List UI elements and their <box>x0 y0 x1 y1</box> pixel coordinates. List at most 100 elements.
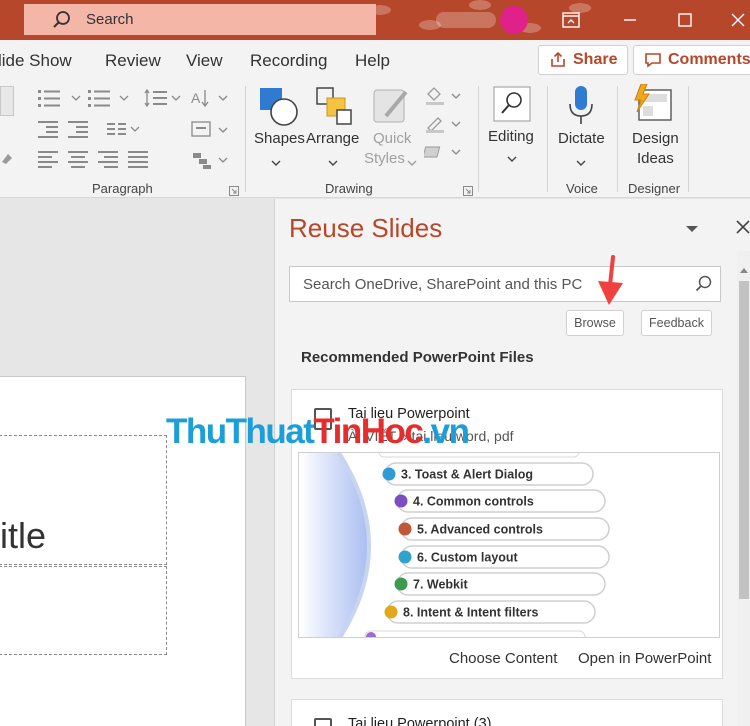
pane-title: Reuse Slides <box>289 213 443 243</box>
file-card[interactable]: Tai lieu Powerpoint (3) <box>291 699 723 726</box>
scroll-up-icon[interactable] <box>739 261 749 279</box>
pane-close-icon[interactable] <box>735 219 750 240</box>
font-size-dropdown-partial[interactable] <box>0 86 14 116</box>
thumbnail-item-bullet <box>394 577 408 591</box>
open-in-powerpoint-link[interactable]: Open in PowerPoint <box>578 650 711 667</box>
decrease-indent-icon[interactable] <box>38 120 60 143</box>
arrange-dropdown-icon[interactable] <box>327 154 339 172</box>
dictate-dropdown-icon[interactable] <box>575 154 587 172</box>
thumbnail-list-item: 6. Custom layout <box>398 545 610 569</box>
thumbnail-item-bullet <box>394 494 408 508</box>
title-bar: Search <box>0 0 750 40</box>
menu-bar: lide Show Review View Recording Help Sha… <box>0 40 750 80</box>
paragraph-launcher-icon[interactable] <box>229 183 239 196</box>
share-label: Share <box>573 51 618 68</box>
thumbnail-graphic: 3. Toast & Alert Dialog 4. Common control… <box>299 453 610 637</box>
thumbnail-item-label: 5. Advanced controls <box>417 523 543 537</box>
group-label-drawing: Drawing <box>325 181 373 196</box>
find-icon[interactable] <box>493 86 531 127</box>
separator <box>547 86 548 192</box>
thumbnail-list-item: 5. Advanced controls <box>398 517 610 541</box>
search-box[interactable]: Search <box>24 4 376 35</box>
pane-options-icon[interactable] <box>685 221 699 239</box>
tab-help[interactable]: Help <box>355 51 390 71</box>
group-label-designer: Designer <box>628 181 681 196</box>
reuse-search-input[interactable]: Search OneDrive, SharePoint and this PC <box>289 266 721 302</box>
design-ideas-icon[interactable] <box>633 83 675 131</box>
arrange-label: Arrange <box>306 130 360 147</box>
quick-styles-dropdown-icon[interactable] <box>406 154 418 172</box>
feedback-button[interactable]: Feedback <box>641 310 712 336</box>
text-direction-icon[interactable]: A <box>191 88 235 113</box>
close-icon[interactable] <box>726 8 750 32</box>
dictate-label: Dictate <box>558 130 605 147</box>
thumbnail-item-label: 4. Common controls <box>413 495 534 509</box>
thumbnail-item-label: 7. Webkit <box>413 578 468 592</box>
arrange-icon[interactable] <box>315 86 355 133</box>
choose-content-link[interactable]: Choose Content <box>449 650 557 667</box>
slide-thumbnail[interactable]: 3. Toast & Alert Dialog 4. Common control… <box>298 452 720 638</box>
reuse-search-placeholder: Search OneDrive, SharePoint and this PC <box>303 275 583 293</box>
thumbnail-item-bullet <box>398 522 412 536</box>
microphone-icon[interactable] <box>567 84 595 131</box>
tab-review[interactable]: Review <box>105 51 161 71</box>
quick-styles-label-2: Styles <box>364 150 405 167</box>
minimize-icon[interactable] <box>618 8 642 32</box>
align-right-icon[interactable] <box>98 150 120 173</box>
editing-dropdown-icon[interactable] <box>506 150 518 168</box>
justify-icon[interactable] <box>128 150 150 173</box>
align-center-icon[interactable] <box>68 150 90 173</box>
subtitle-placeholder[interactable] <box>0 566 167 655</box>
share-button[interactable]: Share <box>538 45 629 75</box>
thumbnail-item-label: 3. Toast & Alert Dialog <box>401 468 533 482</box>
annotation-arrow-icon <box>595 255 625 312</box>
avatar[interactable] <box>500 6 528 34</box>
shape-fill-icon[interactable] <box>424 86 464 111</box>
reuse-search-icon[interactable] <box>695 275 713 298</box>
separator <box>688 86 689 192</box>
thumbnail-list-item: 7. Webkit <box>394 572 606 596</box>
align-left-icon[interactable] <box>38 150 60 173</box>
numbering-icon[interactable] <box>88 88 136 113</box>
increase-indent-icon[interactable] <box>68 120 90 143</box>
thumbnail-item-bullet <box>398 550 412 564</box>
browse-button[interactable]: Browse <box>566 310 624 336</box>
thumbnail-item-bullet <box>382 467 396 481</box>
bullets-icon[interactable] <box>38 88 86 113</box>
comment-icon <box>645 53 661 68</box>
group-label-paragraph: Paragraph <box>92 181 153 196</box>
shapes-dropdown-icon[interactable] <box>270 154 282 172</box>
clear-format-icon[interactable] <box>0 150 14 166</box>
tab-slide-show[interactable]: lide Show <box>0 51 72 71</box>
line-spacing-icon[interactable] <box>144 88 184 113</box>
smartart-icon[interactable] <box>191 150 235 175</box>
svg-text:A: A <box>191 90 201 106</box>
reuse-slides-pane: Reuse Slides Search OneDrive, SharePoint… <box>274 199 750 726</box>
align-text-icon[interactable] <box>191 120 235 145</box>
shape-effects-icon[interactable] <box>422 142 464 167</box>
recommended-heading: Recommended PowerPoint Files <box>301 349 534 366</box>
ribbon: A Paragraph Shapes Arrange Quick Styles … <box>0 80 750 198</box>
comments-label: Comments <box>668 51 750 68</box>
tab-view[interactable]: View <box>186 51 223 71</box>
drawing-launcher-icon[interactable] <box>463 183 473 196</box>
file-name: Tai lieu Powerpoint (3) <box>348 716 492 726</box>
thumbnail-item-label: 8. Intent & Intent filters <box>403 606 538 620</box>
watermark-logo: ThuThuatTinHoc.vn <box>166 412 470 451</box>
shapes-icon[interactable] <box>258 86 300 133</box>
tab-recording[interactable]: Recording <box>250 51 328 71</box>
shape-outline-icon[interactable] <box>424 114 464 139</box>
thumbnail-item-bullet <box>384 605 398 619</box>
maximize-icon[interactable] <box>673 8 697 32</box>
shapes-label: Shapes <box>254 130 305 147</box>
quick-styles-icon[interactable] <box>372 86 412 133</box>
comments-button[interactable]: Comments <box>633 45 750 75</box>
search-label: Search <box>86 11 134 28</box>
ribbon-display-options-icon[interactable] <box>559 8 583 32</box>
thumbnail-item-label: 6. Custom layout <box>417 551 519 565</box>
search-icon <box>52 10 72 30</box>
columns-icon[interactable] <box>107 120 151 143</box>
editing-label: Editing <box>488 128 534 145</box>
account-name-blurred <box>436 12 496 28</box>
pane-scrollbar-thumb[interactable] <box>739 281 749 599</box>
